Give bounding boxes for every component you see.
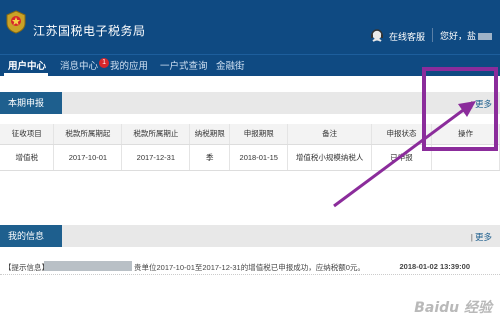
table-header-row: 征收项目 税款所属期起 税款所属期止 纳税期限 申报期限 备注 申报状态 操作 [0,124,500,145]
col-tax-item: 征收项目 [0,124,55,145]
cell-operation[interactable] [431,144,500,171]
cell-period-end: 2017-12-31 [121,144,191,171]
table-row: 增值税 2017-10-01 2017-12-31 季 2018-01-15 增… [0,144,500,171]
main-nav: 用户中心 消息中心 1 我的应用 一户式查询 金融街 [0,54,500,76]
col-tax-term: 纳税期限 [189,124,231,145]
notice-item[interactable]: 【提示信息】盐 贵单位2017-10-01至2017-12-31的增值税已申报成… [0,257,500,275]
user-greeting[interactable]: 您好，盐 [440,29,493,42]
cell-deadline: 2018-01-15 [229,144,289,171]
top-header: 江苏国税电子税务局 在线客服 您好，盐 [0,0,500,54]
declaration-table: 征收项目 税款所属期起 税款所属期止 纳税期限 申报期限 备注 申报状态 操作 … [0,124,500,171]
unread-badge: 1 [99,58,110,68]
customer-service-icon [371,29,383,42]
nav-message-center[interactable]: 消息中心 1 [60,58,110,72]
col-operation: 操作 [431,124,500,145]
header-divider [432,28,433,42]
info-more-link[interactable]: | 更多 [471,231,492,243]
app-title: 江苏国税电子税务局 [33,24,146,38]
col-deadline: 申报期限 [229,124,289,145]
declaration-more-link[interactable]: | 更多 [471,98,492,110]
my-info-bar: 我的信息 | 更多 [0,225,500,247]
current-declaration-title: 本期申报 [0,92,62,114]
cell-period-start: 2017-10-01 [53,144,123,171]
declaration-more-label: 更多 [474,99,492,109]
masked-username [478,33,493,41]
col-period-end: 税款所属期止 [121,124,191,145]
tax-bureau-emblem-icon [6,10,26,34]
cell-tax-term: 季 [189,144,231,171]
online-service-label: 在线客服 [389,31,426,42]
watermark-logo: Baidu 经验 [414,300,492,316]
cell-status: 已申报 [371,144,433,171]
nav-message-center-label: 消息中心 [60,61,99,72]
online-service-link[interactable]: 在线客服 [370,29,425,43]
nav-user-center[interactable]: 用户中心 [8,58,46,72]
nav-one-stop-query[interactable]: 一户式查询 [160,58,208,72]
col-period-start: 税款所属期起 [53,124,123,145]
col-remarks: 备注 [287,124,373,145]
cell-remarks: 增值税小规模纳税人 [287,144,373,171]
greeting-text: 您好，盐 [440,31,477,41]
my-info-title: 我的信息 [0,225,62,247]
notice-text: 贵单位2017-10-01至2017-12-31的增值税已申报成功，应纳税额0元… [134,263,365,272]
notice-time: 2018-01-02 13:39:00 [399,262,470,271]
nav-finance-street[interactable]: 金融街 [216,58,245,72]
masked-company-name [44,261,132,271]
nav-my-apps[interactable]: 我的应用 [110,58,148,72]
active-nav-indicator [4,73,48,76]
cell-tax-item: 增值税 [0,144,55,171]
info-more-label: 更多 [474,232,492,242]
col-status: 申报状态 [371,124,433,145]
current-declaration-bar: 本期申报 | 更多 [0,92,500,114]
